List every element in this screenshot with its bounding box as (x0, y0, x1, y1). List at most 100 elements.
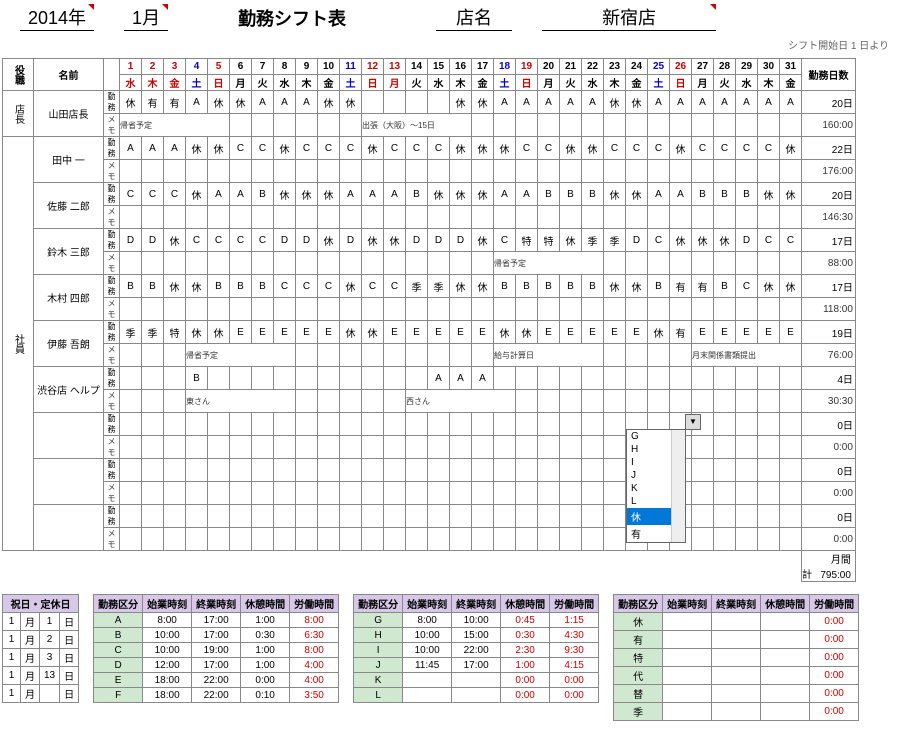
shift-cell[interactable]: 休 (362, 229, 384, 252)
shift-cell[interactable]: A (714, 91, 736, 114)
shift-cell[interactable]: E (758, 321, 780, 344)
shift-cell[interactable] (208, 505, 230, 528)
memo-cell[interactable] (758, 114, 780, 137)
shift-cell[interactable]: A (538, 91, 560, 114)
shift-cell[interactable] (648, 367, 670, 390)
shift-cell[interactable]: 季 (428, 275, 450, 298)
memo-cell[interactable] (164, 344, 186, 367)
shift-cell[interactable]: 休 (472, 229, 494, 252)
memo-cell[interactable] (142, 482, 164, 505)
memo-cell[interactable] (318, 160, 340, 183)
memo-cell[interactable] (296, 298, 318, 321)
shift-cell[interactable] (164, 367, 186, 390)
year-field[interactable]: 2014年 (20, 4, 94, 31)
shift-cell[interactable]: C (362, 275, 384, 298)
shift-cell[interactable]: A (428, 367, 450, 390)
shift-cell[interactable] (164, 459, 186, 482)
shift-cell[interactable]: A (164, 137, 186, 160)
shift-cell[interactable] (362, 367, 384, 390)
shift-cell[interactable]: 休 (362, 137, 384, 160)
memo-cell[interactable] (670, 114, 692, 137)
holiday-cell[interactable] (40, 685, 60, 703)
memo-cell[interactable] (120, 252, 142, 275)
shift-cell[interactable]: E (582, 321, 604, 344)
shift-cell[interactable]: A (340, 183, 362, 206)
memo-cell[interactable] (692, 160, 714, 183)
shift-cell[interactable]: A (582, 91, 604, 114)
shift-cell[interactable]: 休 (604, 91, 626, 114)
shift-cell[interactable]: 有 (692, 275, 714, 298)
memo-cell[interactable] (230, 114, 252, 137)
memo-cell[interactable] (318, 390, 340, 413)
shift-cell[interactable]: A (780, 91, 802, 114)
staff-name[interactable]: 佐藤 二郎 (34, 183, 104, 229)
shift-cell[interactable]: D (340, 229, 362, 252)
shift-cell[interactable] (626, 367, 648, 390)
memo-cell[interactable] (538, 114, 560, 137)
shift-cell[interactable] (362, 413, 384, 436)
memo-cell[interactable] (736, 114, 758, 137)
memo-cell[interactable] (604, 436, 626, 459)
memo-cell[interactable] (560, 160, 582, 183)
memo-cell[interactable] (384, 482, 406, 505)
shift-cell[interactable]: 休 (692, 229, 714, 252)
memo-cell[interactable] (626, 298, 648, 321)
memo-cell[interactable] (142, 206, 164, 229)
shift-cell[interactable]: B (560, 183, 582, 206)
shift-cell[interactable] (560, 505, 582, 528)
shift-cell[interactable]: 季 (406, 275, 428, 298)
shift-cell[interactable] (186, 505, 208, 528)
memo-cell[interactable] (340, 298, 362, 321)
shift-cell[interactable]: D (142, 229, 164, 252)
shift-cell[interactable]: B (120, 275, 142, 298)
memo-cell[interactable] (142, 390, 164, 413)
memo-cell[interactable] (582, 390, 604, 413)
memo-cell[interactable] (736, 298, 758, 321)
memo-cell[interactable] (714, 482, 736, 505)
shift-cell[interactable] (516, 459, 538, 482)
shift-cell[interactable] (736, 505, 758, 528)
memo-cell[interactable] (406, 436, 428, 459)
memo-cell[interactable] (164, 482, 186, 505)
memo-cell[interactable] (516, 298, 538, 321)
memo-cell[interactable] (494, 298, 516, 321)
memo-cell[interactable] (560, 390, 582, 413)
memo-cell[interactable] (318, 436, 340, 459)
memo-cell[interactable] (230, 160, 252, 183)
chevron-down-icon[interactable]: ▼ (685, 414, 701, 430)
memo-cell[interactable] (296, 390, 318, 413)
memo-cell[interactable] (384, 344, 406, 367)
shift-cell[interactable]: A (472, 367, 494, 390)
shift-cell[interactable] (384, 367, 406, 390)
memo-cell[interactable] (516, 114, 538, 137)
holiday-cell[interactable]: 1 (3, 685, 21, 703)
memo-cell[interactable] (758, 160, 780, 183)
shift-cell[interactable]: 休 (472, 137, 494, 160)
shift-cell[interactable] (582, 413, 604, 436)
holiday-cell[interactable]: 13 (40, 667, 60, 685)
memo-cell[interactable] (252, 298, 274, 321)
memo-cell[interactable] (516, 206, 538, 229)
shift-cell[interactable]: 有 (670, 275, 692, 298)
holiday-cell[interactable]: 1 (3, 631, 21, 649)
memo-cell[interactable] (252, 114, 274, 137)
memo-cell[interactable] (626, 390, 648, 413)
shift-cell[interactable] (692, 367, 714, 390)
shift-cell[interactable]: 休 (428, 183, 450, 206)
shift-cell[interactable]: 休 (340, 321, 362, 344)
memo-cell[interactable] (362, 482, 384, 505)
memo-cell[interactable] (538, 390, 560, 413)
memo-cell[interactable] (736, 436, 758, 459)
shift-cell[interactable] (538, 413, 560, 436)
shift-cell[interactable]: E (252, 321, 274, 344)
shift-cell[interactable]: B (516, 275, 538, 298)
shift-cell[interactable] (428, 459, 450, 482)
shift-cell[interactable]: A (362, 183, 384, 206)
shift-cell[interactable]: 休 (714, 229, 736, 252)
memo-cell[interactable] (164, 206, 186, 229)
memo-cell[interactable] (736, 482, 758, 505)
memo-cell[interactable] (384, 252, 406, 275)
shift-cell[interactable] (252, 367, 274, 390)
shift-cell[interactable]: C (120, 183, 142, 206)
memo-cell[interactable] (648, 252, 670, 275)
